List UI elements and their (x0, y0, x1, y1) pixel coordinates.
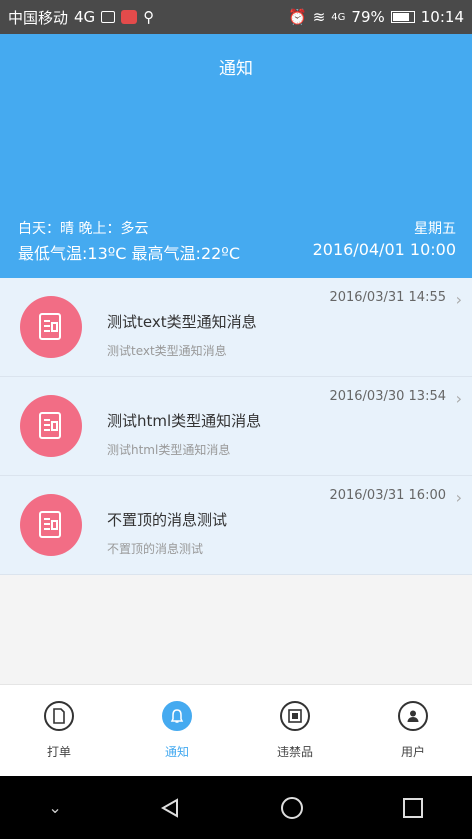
notification-title: 测试text类型通知消息 (107, 313, 257, 331)
document-icon (39, 511, 61, 538)
system-navigation-bar: ⌄ (0, 776, 472, 839)
nav-label: 通知 (164, 745, 189, 759)
image-icon (280, 701, 310, 731)
chevron-right-icon: › (455, 290, 462, 309)
location-icon: ⚲ (143, 8, 155, 26)
chevron-right-icon: › (455, 488, 462, 507)
clock: 10:14 (420, 8, 464, 26)
nav-item-notifications[interactable]: 通知 (118, 685, 236, 777)
nav-label: 打单 (46, 745, 71, 759)
notification-subtitle: 不置顶的消息测试 (107, 542, 204, 556)
app-notification-icon (121, 10, 138, 24)
nav-item-contraband[interactable]: 违禁品 (236, 685, 354, 777)
document-icon (44, 701, 74, 731)
document-icon (39, 412, 61, 439)
back-icon[interactable] (158, 796, 182, 820)
signal-icon: 4G (331, 11, 346, 23)
notification-item[interactable]: 测试html类型通知消息 测试html类型通知消息 2016/03/30 13:… (0, 377, 472, 476)
status-bar: 中国移动 4G ⚲ ⏰ ≋ 4G 79% 10:14 (0, 0, 472, 34)
alarm-icon: ⏰ (288, 8, 307, 26)
notification-subtitle: 测试text类型通知消息 (107, 344, 227, 358)
user-icon (398, 701, 428, 731)
notification-item[interactable]: 测试text类型通知消息 测试text类型通知消息 2016/03/31 14:… (0, 278, 472, 377)
weekday-text: 星期五 (414, 221, 456, 237)
page-title: 通知 (219, 59, 253, 79)
notification-time: 2016/03/30 13:54 (329, 389, 446, 404)
recents-icon[interactable] (402, 797, 424, 819)
document-icon (39, 313, 61, 340)
home-icon[interactable] (279, 795, 305, 821)
bell-icon (162, 701, 192, 731)
notification-list: 测试text类型通知消息 测试text类型通知消息 2016/03/31 14:… (0, 278, 472, 575)
battery-percent: 79% (351, 8, 385, 26)
header: 通知 白天：晴 晚上：多云 星期五 最低气温:13ºC 最高气温:22ºC 20… (0, 34, 472, 278)
wifi-icon: ≋ (312, 8, 326, 26)
notification-title: 测试html类型通知消息 (107, 412, 262, 430)
notification-subtitle: 测试html类型通知消息 (107, 443, 231, 457)
notification-time: 2016/03/31 16:00 (329, 488, 446, 503)
notification-title: 不置顶的消息测试 (107, 511, 228, 529)
datetime-text: 2016/04/01 10:00 (312, 240, 456, 259)
chevron-right-icon: › (455, 389, 462, 408)
bottom-nav: 打单 通知 违禁品 用户 (0, 684, 472, 777)
notification-item[interactable]: 不置顶的消息测试 不置顶的消息测试 2016/03/31 16:00 › (0, 476, 472, 575)
weather-text: 白天：晴 晚上：多云 (18, 221, 149, 237)
network-label: 4G (74, 8, 96, 26)
gallery-icon (101, 11, 116, 23)
nav-item-user[interactable]: 用户 (354, 685, 472, 777)
chevron-down-icon[interactable]: ⌄ (48, 798, 61, 817)
battery-icon (390, 11, 415, 23)
notification-time: 2016/03/31 14:55 (329, 290, 446, 305)
nav-label: 用户 (400, 745, 425, 759)
temperature-text: 最低气温:13ºC 最高气温:22ºC (18, 244, 241, 263)
nav-label: 违禁品 (276, 745, 313, 759)
nav-item-orders[interactable]: 打单 (0, 685, 118, 777)
message-avatar (20, 395, 82, 457)
message-avatar (20, 494, 82, 556)
message-avatar (20, 296, 82, 358)
carrier-label: 中国移动 (8, 8, 69, 27)
